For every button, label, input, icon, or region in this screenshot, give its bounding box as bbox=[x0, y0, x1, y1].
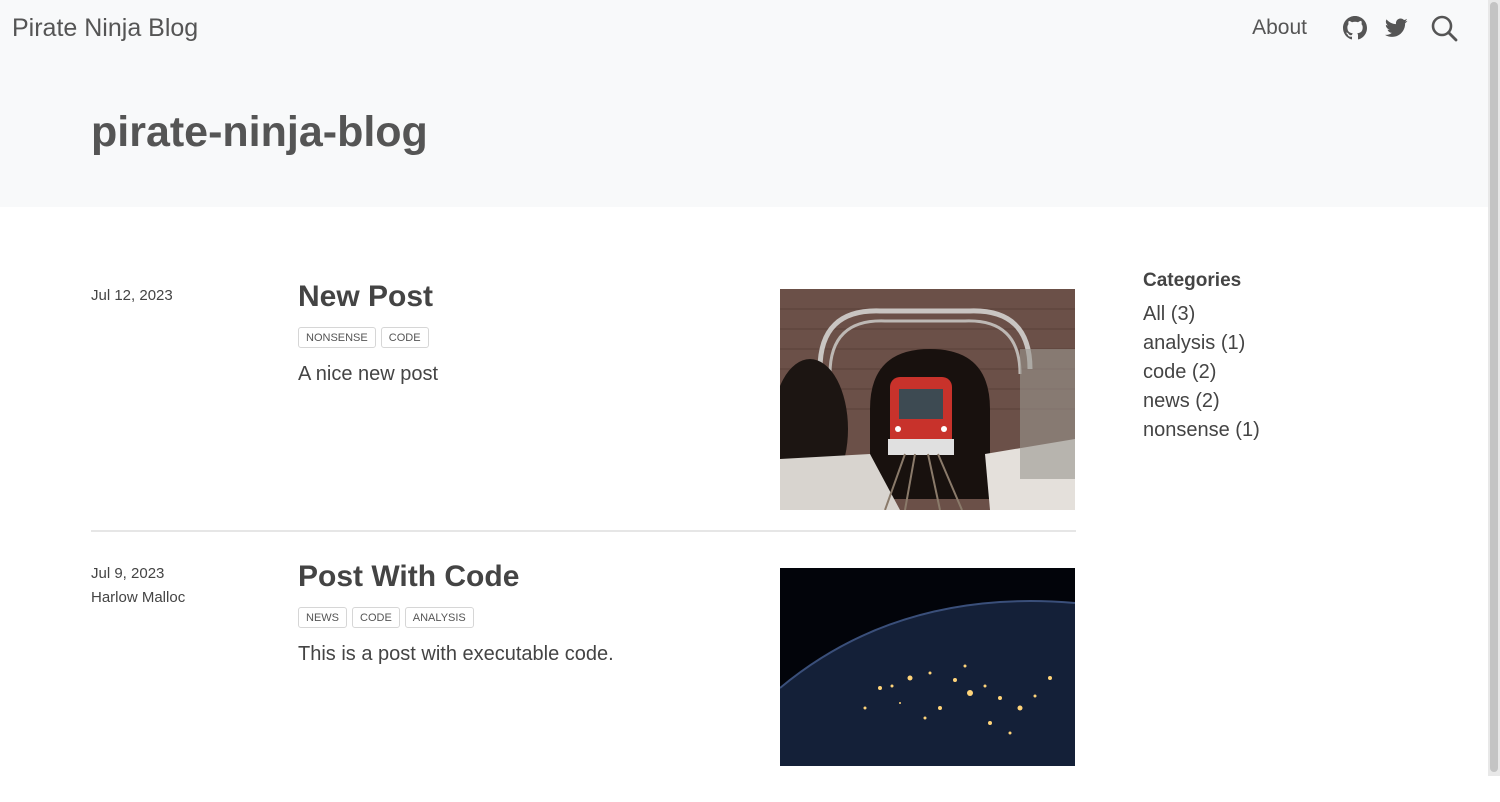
post-item: Jul 9, 2023 Harlow Malloc Post With Code… bbox=[91, 530, 1076, 802]
category-badge[interactable]: CODE bbox=[380, 327, 429, 348]
post-thumbnail-train[interactable] bbox=[780, 289, 1075, 510]
navbar-brand[interactable]: Pirate Ninja Blog bbox=[12, 14, 198, 43]
github-icon[interactable] bbox=[1343, 16, 1367, 40]
category-link-nonsense[interactable]: nonsense (1) bbox=[1143, 416, 1260, 445]
category-badge[interactable]: NEWS bbox=[298, 607, 347, 628]
vertical-scrollbar[interactable] bbox=[1488, 0, 1500, 776]
category-badge[interactable]: NONSENSE bbox=[298, 327, 376, 348]
category-link-all[interactable]: All (3) bbox=[1143, 300, 1260, 329]
category-link-analysis[interactable]: analysis (1) bbox=[1143, 329, 1260, 358]
twitter-icon[interactable] bbox=[1385, 18, 1408, 38]
post-date: Jul 9, 2023 bbox=[91, 565, 165, 582]
search-icon[interactable] bbox=[1430, 14, 1458, 42]
nav-about-link[interactable]: About bbox=[1252, 16, 1307, 40]
post-excerpt: This is a post with executable code. bbox=[298, 643, 614, 665]
title-banner: Pirate Ninja Blog About pirate-ninja-blo… bbox=[0, 0, 1488, 207]
post-item: Jul 12, 2023 New Post NONSENSE CODE A ni… bbox=[91, 260, 1076, 530]
post-categories: NEWS CODE ANALYSIS bbox=[298, 607, 479, 628]
category-badge[interactable]: CODE bbox=[352, 607, 400, 628]
post-categories: NONSENSE CODE bbox=[298, 327, 434, 348]
categories-heading: Categories bbox=[1143, 270, 1242, 291]
post-title[interactable]: New Post bbox=[298, 280, 433, 314]
category-link-news[interactable]: news (2) bbox=[1143, 387, 1260, 416]
post-meta: Jul 9, 2023 Harlow Malloc bbox=[91, 562, 185, 610]
category-link-code[interactable]: code (2) bbox=[1143, 358, 1260, 387]
category-badge[interactable]: ANALYSIS bbox=[404, 607, 474, 628]
post-author: Harlow Malloc bbox=[91, 589, 186, 606]
post-meta: Jul 12, 2023 bbox=[91, 284, 173, 308]
post-excerpt: A nice new post bbox=[298, 363, 439, 385]
categories-sidebar: Categories All (3) analysis (1) code (2)… bbox=[1143, 270, 1260, 445]
post-listing: Jul 12, 2023 New Post NONSENSE CODE A ni… bbox=[91, 260, 1076, 802]
scrollbar-thumb[interactable] bbox=[1490, 2, 1498, 772]
page-title: pirate-ninja-blog bbox=[91, 108, 428, 156]
navbar-right: About bbox=[1252, 14, 1458, 42]
post-title[interactable]: Post With Code bbox=[298, 560, 519, 594]
post-thumbnail-earth[interactable] bbox=[780, 568, 1075, 766]
post-date: Jul 12, 2023 bbox=[91, 287, 173, 304]
